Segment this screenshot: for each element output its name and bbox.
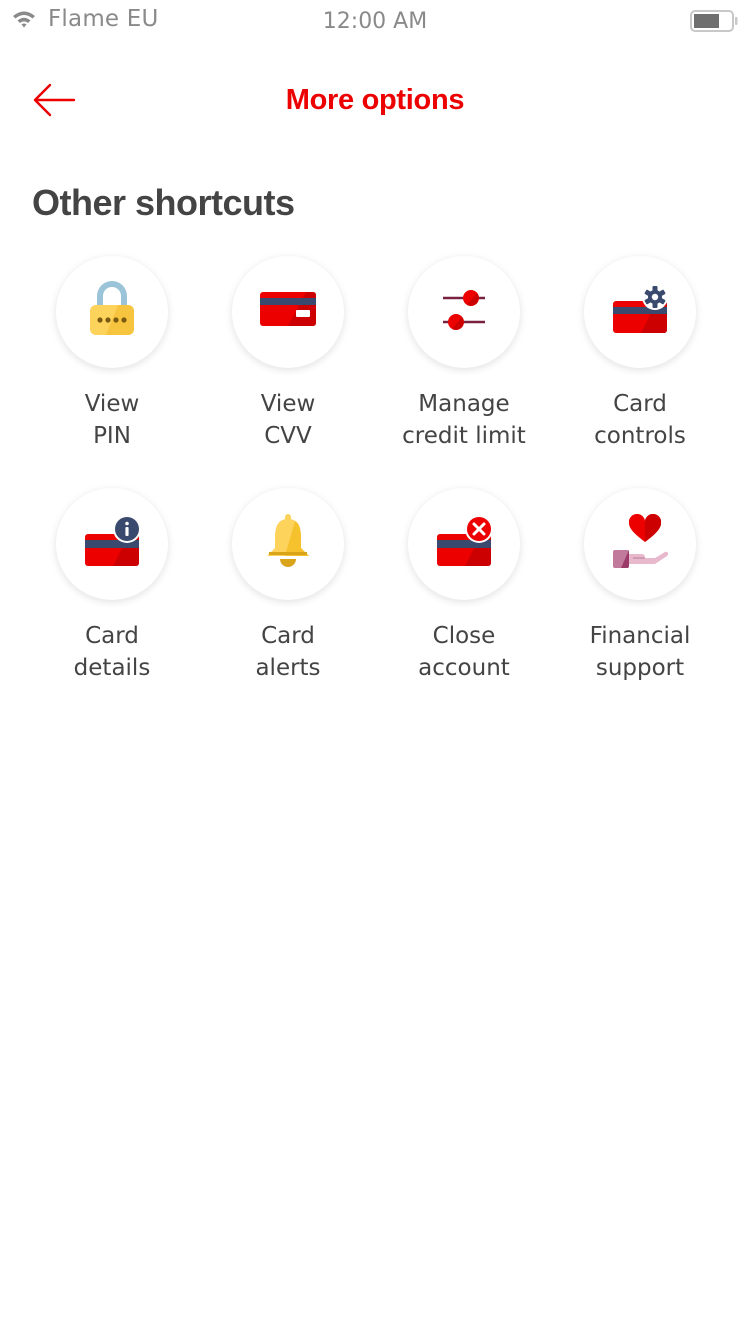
shortcut-label: View CVV: [261, 388, 316, 452]
credit-card-icon: [260, 292, 316, 332]
section-title: Other shortcuts: [32, 182, 295, 223]
label-line-2: credit limit: [402, 423, 526, 449]
shortcut-icon-circle: [584, 488, 696, 600]
shortcut-icon-circle: [232, 488, 344, 600]
label-line-2: details: [73, 655, 151, 681]
label-line-1: Card: [261, 623, 315, 649]
card-close-icon: [435, 515, 493, 572]
label-line-1: View: [84, 391, 140, 417]
shortcut-card-controls[interactable]: Card controls: [552, 256, 728, 452]
shortcut-close-account[interactable]: Close account: [376, 488, 552, 684]
shortcut-icon-circle: [584, 256, 696, 368]
sliders-icon: [441, 288, 487, 336]
shortcut-view-pin[interactable]: View PIN: [24, 256, 200, 452]
shortcut-manage-credit-limit[interactable]: Manage credit limit: [376, 256, 552, 452]
label-line-2: controls: [594, 423, 686, 449]
label-line-2: account: [418, 655, 510, 681]
status-time: 12:00 AM: [322, 9, 428, 34]
shortcut-label: Card alerts: [255, 620, 320, 684]
bell-icon: [265, 514, 311, 574]
shortcut-label: Manage credit limit: [402, 388, 526, 452]
shortcut-icon-circle: [232, 256, 344, 368]
padlock-icon: [88, 281, 136, 343]
label-line-1: Card: [85, 623, 139, 649]
shortcut-label: Card controls: [594, 388, 686, 452]
label-line-1: Manage: [418, 391, 510, 417]
label-line-1: Card: [613, 391, 667, 417]
label-line-1: Close: [432, 623, 496, 649]
status-bar: Flame EU 12:00 AM: [0, 0, 750, 46]
heart-hand-icon: [611, 513, 669, 574]
shortcut-card-alerts[interactable]: Card alerts: [200, 488, 376, 684]
shortcut-icon-circle: [56, 488, 168, 600]
label-line-2: alerts: [255, 655, 321, 681]
card-gear-icon: [611, 284, 669, 339]
label-line-1: View: [260, 391, 316, 417]
label-line-2: PIN: [93, 423, 131, 449]
shortcut-financial-support[interactable]: Financial support: [552, 488, 728, 684]
label-line-2: CVV: [264, 423, 312, 449]
shortcut-label: Close account: [418, 620, 510, 684]
card-info-icon: [83, 515, 141, 572]
shortcut-icon-circle: [408, 256, 520, 368]
shortcut-view-cvv[interactable]: View CVV: [200, 256, 376, 452]
label-line-1: Financial: [589, 623, 691, 649]
shortcut-icon-circle: [408, 488, 520, 600]
shortcut-card-details[interactable]: Card details: [24, 488, 200, 684]
shortcut-label: Card details: [74, 620, 151, 684]
label-line-2: support: [595, 655, 685, 681]
shortcut-label: View PIN: [85, 388, 140, 452]
shortcut-label: Financial support: [590, 620, 691, 684]
page-title: More options: [285, 84, 465, 116]
shortcut-icon-circle: [56, 256, 168, 368]
nav-header: More options: [0, 70, 750, 134]
shortcuts-grid: View PIN View CVV Manage credit limit Ca…: [24, 256, 728, 684]
battery-icon: [690, 10, 738, 32]
